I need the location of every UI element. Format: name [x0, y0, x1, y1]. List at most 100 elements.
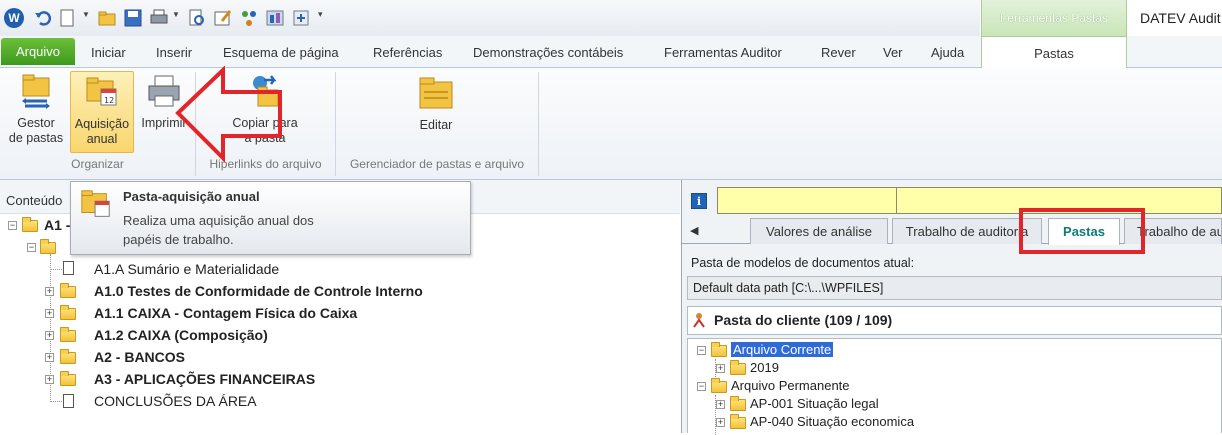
expand-toggle[interactable]: +	[716, 364, 725, 373]
conteudo-label: Conteúdo	[6, 193, 63, 208]
collapse-toggle[interactable]: −	[697, 382, 706, 391]
tab-rever[interactable]: Rever	[821, 36, 856, 68]
tree-item[interactable]: A3 - APLICAÇÕES FINANCEIRAS	[94, 368, 315, 390]
tooltip-line-2: papéis de trabalho.	[123, 232, 234, 247]
aquisicao-anual-button[interactable]: 12 Aquisição anual	[70, 71, 134, 153]
undo-icon[interactable]	[34, 9, 52, 27]
tab-ajuda[interactable]: Ajuda	[931, 36, 964, 68]
open-folder-icon	[711, 342, 727, 357]
network-icon[interactable]	[240, 9, 258, 27]
tree-item[interactable]: CONCLUSÕES DA ÁREA	[94, 390, 257, 412]
scroll-left-icon[interactable]: ◀	[690, 224, 698, 237]
app-title: DATEV Audit	[1140, 10, 1221, 26]
tab-ver[interactable]: Ver	[883, 36, 903, 68]
editar-label: Editar	[419, 118, 453, 132]
print-preview-icon[interactable]	[188, 9, 206, 27]
tree-item-permanente[interactable]: Arquivo Permanente	[731, 377, 850, 395]
tree-item[interactable]: A1.1 CAIXA - Contagem Física do Caixa	[94, 302, 357, 324]
folder-manager-icon	[22, 74, 50, 109]
tree-item[interactable]: A1.A Sumário e Materialidade	[94, 258, 279, 280]
annotation-highlight-box	[1019, 208, 1145, 254]
tree-item-2019[interactable]: 2019	[750, 359, 779, 377]
settings-icon[interactable]	[292, 9, 310, 27]
tooltip-line-1: Realiza uma aquisição anual dos	[123, 213, 314, 228]
document-icon	[63, 261, 74, 275]
customize-icon[interactable]: ▾	[318, 9, 323, 20]
save-icon[interactable]	[124, 9, 142, 27]
gestor-de-pastas-button[interactable]: Gestor de pastas	[6, 74, 66, 154]
template-folder-label: Pasta de modelos de documentos atual:	[691, 256, 915, 270]
expand-toggle[interactable]: +	[45, 375, 54, 384]
tooltip-title: Pasta-aquisição anual	[123, 189, 260, 204]
open-folder-icon[interactable]	[98, 9, 116, 27]
tab-valores-de-analise[interactable]: Valores de análise	[750, 218, 888, 244]
quick-access-toolbar: W ▼ ▼ ▾	[0, 0, 980, 36]
group-label-organizar: Organizar	[71, 157, 124, 171]
tree-item-corrente[interactable]: Arquivo Corrente	[731, 341, 834, 359]
new-document-icon[interactable]	[58, 9, 76, 27]
svg-text:12: 12	[104, 96, 114, 105]
aquisicao-label-1: Aquisição	[74, 117, 130, 131]
tree-guide-line	[50, 401, 62, 402]
yellow-field-1[interactable]	[717, 187, 897, 214]
collapse-toggle[interactable]: −	[8, 221, 17, 230]
annual-acquisition-icon: 12	[86, 77, 117, 106]
tab-ferramentas-auditor[interactable]: Ferramentas Auditor	[664, 36, 782, 68]
expand-toggle[interactable]: +	[45, 309, 54, 318]
context-tab-header: Ferramentas Pastas	[981, 0, 1127, 36]
dropdown-chevron-icon[interactable]: ▼	[82, 10, 90, 19]
folder-icon	[60, 305, 76, 320]
folder-icon	[40, 239, 56, 254]
tab-inserir[interactable]: Inserir	[156, 36, 192, 68]
folder-icon	[60, 371, 76, 386]
folder-icon	[22, 217, 38, 232]
tree-item[interactable]: A2 - BANCOS	[94, 346, 185, 368]
print-dropdown-icon[interactable]: ▼	[172, 10, 180, 19]
folder-icon	[730, 414, 746, 429]
tab-demonstracoes-contabeis[interactable]: Demonstrações contábeis	[473, 36, 623, 68]
expand-toggle[interactable]: +	[45, 331, 54, 340]
tree-item[interactable]: A1.0 Testes de Conformidade de Controle …	[94, 280, 423, 302]
tab-iniciar[interactable]: Iniciar	[91, 36, 126, 68]
gestor-label-1: Gestor	[17, 116, 55, 130]
group-separator	[538, 72, 539, 176]
folder-icon	[730, 360, 746, 375]
annual-acquisition-icon	[81, 190, 110, 217]
expand-toggle[interactable]: +	[45, 353, 54, 362]
client-folder-tree: − Arquivo Corrente + 2019 − Arquivo Perm…	[687, 338, 1222, 435]
person-icon	[693, 313, 705, 328]
edit-icon[interactable]	[214, 9, 232, 27]
collapse-toggle[interactable]: −	[697, 346, 706, 355]
folder-icon	[60, 349, 76, 364]
expand-toggle[interactable]: +	[45, 287, 54, 296]
tree-item-ap001[interactable]: AP-001 Situação legal	[750, 395, 879, 413]
annotation-arrow-icon	[175, 66, 282, 163]
gestor-label-2: de pastas	[8, 131, 64, 145]
edit-folder-icon	[419, 77, 453, 109]
tab-pastas[interactable]: Pastas	[981, 36, 1127, 69]
tools-icon[interactable]	[266, 9, 284, 27]
selected-tree-label[interactable]: Arquivo Corrente	[731, 342, 834, 357]
template-path-field[interactable]: Default data path [C:\...\WPFILES]	[687, 276, 1222, 300]
open-folder-icon	[711, 378, 727, 393]
folder-icon	[730, 396, 746, 411]
tree-guide-line	[50, 269, 62, 270]
expand-toggle[interactable]: +	[716, 400, 725, 409]
folder-icon	[60, 327, 76, 342]
editar-button[interactable]: Editar	[404, 74, 468, 140]
client-folder-header[interactable]: Pasta do cliente (109 / 109)	[687, 306, 1222, 335]
document-icon	[63, 394, 74, 408]
app-logo-icon[interactable]: W	[4, 8, 24, 28]
tab-arquivo[interactable]: Arquivo	[1, 38, 75, 65]
collapse-toggle[interactable]: −	[27, 243, 36, 252]
tree-root-label[interactable]: A1 -	[44, 214, 70, 236]
tooltip: Pasta-aquisição anual Realiza uma aquisi…	[70, 181, 471, 255]
tree-item-ap040[interactable]: AP-040 Situação economica	[750, 413, 914, 431]
tree-item[interactable]: A1.2 CAIXA (Composição)	[94, 324, 268, 346]
expand-toggle[interactable]: +	[716, 418, 725, 427]
tab-esquema-de-pagina[interactable]: Esquema de página	[223, 36, 339, 68]
tab-referencias[interactable]: Referências	[373, 36, 442, 68]
aquisicao-label-2: anual	[86, 132, 118, 146]
print-icon[interactable]	[150, 9, 168, 27]
info-icon[interactable]: i	[691, 193, 707, 209]
